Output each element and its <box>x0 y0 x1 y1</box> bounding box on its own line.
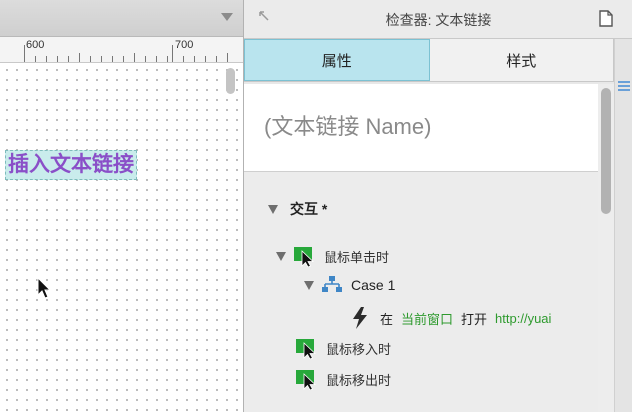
tab-properties[interactable]: 属性 <box>244 39 430 81</box>
event-label-click: 鼠标单击时 <box>324 249 390 265</box>
case-row[interactable]: Case 1 <box>304 275 395 295</box>
disclosure-triangle-icon[interactable] <box>304 280 314 290</box>
panel-menu-icon[interactable] <box>618 81 630 95</box>
tab-style[interactable]: 样式 <box>429 39 614 81</box>
text-link-widget[interactable]: 插入文本链接 <box>5 150 137 180</box>
action-verb: 打开 <box>461 311 488 327</box>
canvas-scrollbar[interactable] <box>226 68 235 94</box>
disclosure-triangle-icon[interactable] <box>268 204 278 214</box>
interactions-label: 交互 * <box>290 201 328 217</box>
action-row[interactable]: 在 当前窗口 打开 http://yuai <box>352 307 551 329</box>
action-url: http://yuai <box>495 310 552 326</box>
event-row-click[interactable]: 鼠标单击时 <box>276 245 389 267</box>
ruler-label-700: 700 <box>175 39 194 51</box>
interactions-header[interactable]: 交互 * <box>268 199 327 219</box>
dropdown-arrow-icon[interactable] <box>221 13 233 21</box>
document-icon[interactable] <box>599 10 613 27</box>
disclosure-triangle-icon[interactable] <box>276 251 286 261</box>
action-prefix: 在 <box>380 311 394 327</box>
mouse-event-icon <box>294 247 314 267</box>
mouse-event-icon <box>296 370 316 390</box>
inspector-panel: 检查器: 文本链接 属性 样式 交互 * 鼠标单击时 <box>243 0 632 412</box>
action-target: 当前窗口 <box>401 311 454 327</box>
case-label: Case 1 <box>351 277 396 293</box>
widget-name-input[interactable] <box>264 110 584 144</box>
event-row-mouse-enter[interactable]: 鼠标移入时 <box>296 337 391 359</box>
ruler-label-600: 600 <box>26 39 45 51</box>
event-label-mouse-leave: 鼠标移出时 <box>326 372 392 388</box>
event-label-mouse-enter: 鼠标移入时 <box>326 341 392 357</box>
widget-name-box <box>244 84 598 172</box>
inspector-tabs: 属性 样式 <box>244 39 614 82</box>
case-tree-icon <box>322 276 342 292</box>
canvas-area[interactable]: 600 700 插入文本链接 <box>0 0 243 412</box>
right-edge-strip <box>614 39 632 412</box>
panel-scrollbar-thumb[interactable] <box>601 88 611 214</box>
horizontal-ruler: 600 700 <box>0 37 243 63</box>
canvas-toolbar <box>0 0 243 37</box>
cursor-icon <box>37 277 52 299</box>
event-row-mouse-leave[interactable]: 鼠标移出时 <box>296 368 391 390</box>
interactions-section: 交互 * 鼠标单击时 Case 1 在 当前窗口 打开 http://yuai … <box>244 172 598 412</box>
inspector-header: 检查器: 文本链接 <box>244 0 632 39</box>
canvas-grid[interactable] <box>0 63 243 412</box>
mouse-event-icon <box>296 339 316 359</box>
inspector-title: 检查器: 文本链接 <box>385 12 492 28</box>
lightning-icon <box>353 307 367 329</box>
